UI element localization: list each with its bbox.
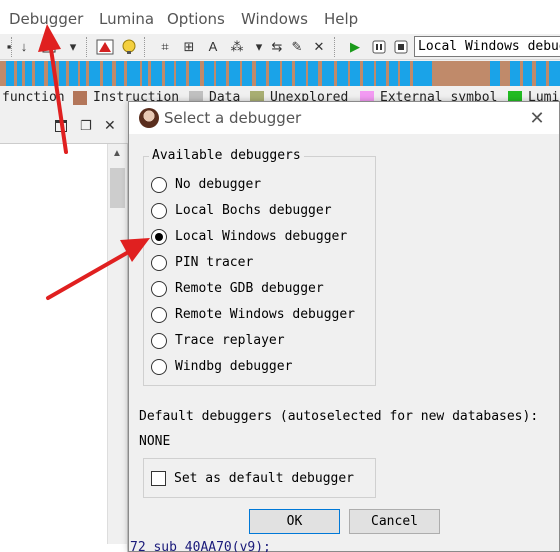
arrow-to-local-windows-option [46,238,150,300]
annotation-arrows [38,24,150,300]
arrow-to-debugger-menu [38,24,68,154]
